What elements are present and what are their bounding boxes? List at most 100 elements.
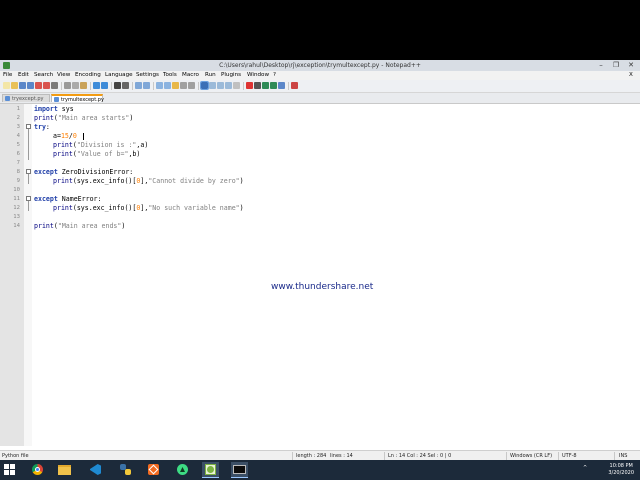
minimize-button[interactable]: – xyxy=(594,61,608,70)
tab-tryexcept[interactable]: tryexcept.py xyxy=(2,94,50,102)
command-prompt-icon[interactable] xyxy=(231,462,248,478)
code-text: ZeroDivisionError: xyxy=(57,168,134,176)
code-text: ) xyxy=(129,114,134,122)
function-list-icon[interactable] xyxy=(217,82,224,89)
paste-icon[interactable] xyxy=(80,82,87,89)
number-literal: 0 xyxy=(72,132,77,140)
save-all-icon[interactable] xyxy=(27,82,34,89)
python-idle-icon[interactable] xyxy=(117,462,134,478)
code-line-11: except NameError: xyxy=(34,195,102,203)
menu-plugins[interactable]: Plugins xyxy=(221,72,241,78)
line-number: 10 xyxy=(13,187,20,193)
string-literal: "Value of b=" xyxy=(76,150,129,158)
indent-guide-icon[interactable] xyxy=(188,82,195,89)
undo-icon[interactable] xyxy=(93,82,100,89)
menu-encoding[interactable]: Encoding xyxy=(75,72,101,78)
menu-run[interactable]: Run xyxy=(205,72,216,78)
close-all-icon[interactable] xyxy=(43,82,50,89)
builtin: print xyxy=(53,141,73,149)
save-icon[interactable] xyxy=(19,82,26,89)
menu-bar: File Edit Search View Encoding Language … xyxy=(0,71,640,80)
language-doc-icon[interactable] xyxy=(200,81,209,90)
menu-edit[interactable]: Edit xyxy=(18,72,29,78)
tray-overflow-icon[interactable]: ^ xyxy=(583,465,587,471)
close-file-icon[interactable] xyxy=(35,82,42,89)
builtin: print xyxy=(34,222,54,230)
status-eol[interactable]: Windows (CR LF) xyxy=(510,453,552,459)
menu-view[interactable]: View xyxy=(57,72,70,78)
code-text: ) xyxy=(239,177,244,185)
save-macro-icon[interactable] xyxy=(278,82,285,89)
code-text: (sys.exc_info()[ xyxy=(72,177,137,185)
clock-date: 3/20/2020 xyxy=(608,470,634,476)
menu-language[interactable]: Language xyxy=(105,72,133,78)
copy-icon[interactable] xyxy=(72,82,79,89)
code-line-9: print(sys.exc_info()[0],"Cannot divide b… xyxy=(53,177,244,185)
run-macro-multiple-icon[interactable] xyxy=(270,82,277,89)
show-all-chars-icon[interactable] xyxy=(180,82,187,89)
notepadpp-taskbar-icon[interactable] xyxy=(202,462,219,478)
print-icon[interactable] xyxy=(51,82,58,89)
code-line-6: print("Value of b=",b) xyxy=(53,150,140,158)
zoom-out-icon[interactable] xyxy=(143,82,150,89)
toolbar-divider xyxy=(288,82,289,90)
keyword: import xyxy=(34,105,58,113)
taskbar-clock[interactable]: 10:08 PM 3/20/2020 xyxy=(608,463,634,477)
folder-workspace-icon[interactable] xyxy=(225,82,232,89)
toolbar-divider xyxy=(153,82,154,90)
status-insert-mode: INS xyxy=(619,453,628,459)
builtin: print xyxy=(53,204,73,212)
menu-tools[interactable]: Tools xyxy=(163,72,177,78)
vscode-icon[interactable] xyxy=(87,462,104,478)
redo-icon[interactable] xyxy=(101,82,108,89)
code-editor[interactable]: 1 2 3 4 5 6 7 8 9 10 11 12 13 14 import … xyxy=(0,104,640,446)
menu-file[interactable]: File xyxy=(3,72,12,78)
zoom-in-icon[interactable] xyxy=(135,82,142,89)
status-encoding[interactable]: UTF-8 xyxy=(562,453,577,459)
play-macro-icon[interactable] xyxy=(262,82,269,89)
title-bar: C:\Users\rahul\Desktop\rj\exception\trym… xyxy=(0,60,640,71)
code-text: ) xyxy=(239,204,244,212)
menu-macro[interactable]: Macro xyxy=(182,72,199,78)
code-text: ,b) xyxy=(128,150,141,158)
line-number: 4 xyxy=(16,133,20,139)
close-document-x[interactable]: X xyxy=(629,72,633,78)
windows-start-icon[interactable] xyxy=(4,464,16,476)
file-explorer-icon[interactable] xyxy=(56,462,73,478)
chrome-icon[interactable] xyxy=(29,462,46,478)
sync-vertical-icon[interactable] xyxy=(156,82,163,89)
file-icon xyxy=(54,97,59,102)
line-number: 7 xyxy=(16,160,20,166)
menu-help[interactable]: ? xyxy=(273,72,276,78)
cut-icon[interactable] xyxy=(64,82,71,89)
code-line-2: print("Main area starts") xyxy=(34,114,133,122)
menu-settings[interactable]: Settings xyxy=(136,72,159,78)
sync-horizontal-icon[interactable] xyxy=(164,82,171,89)
find-icon[interactable] xyxy=(114,82,121,89)
windows-taskbar: ^ 10:08 PM 3/20/2020 xyxy=(0,460,640,480)
new-file-icon[interactable] xyxy=(3,82,10,89)
close-button[interactable]: ✕ xyxy=(624,61,638,70)
open-file-icon[interactable] xyxy=(11,82,18,89)
code-line-3: try: xyxy=(34,123,50,131)
menu-search[interactable]: Search xyxy=(34,72,53,78)
code-text: sys xyxy=(57,105,74,113)
tab-trymultexcept[interactable]: trymultexcept.py xyxy=(51,94,104,103)
android-studio-icon[interactable] xyxy=(174,462,191,478)
doc-map-icon[interactable] xyxy=(209,82,216,89)
keyword: try xyxy=(34,123,46,131)
monitoring-icon[interactable] xyxy=(233,82,240,89)
fold-line xyxy=(28,129,29,160)
maximize-button[interactable]: ❐ xyxy=(609,61,623,70)
spell-check-icon[interactable] xyxy=(291,82,298,89)
code-line-5: print("Division is :",a) xyxy=(53,141,148,149)
code-text: NameError: xyxy=(57,195,102,203)
xampp-icon[interactable] xyxy=(145,462,162,478)
menu-window[interactable]: Window xyxy=(247,72,269,78)
record-macro-icon[interactable] xyxy=(246,82,253,89)
word-wrap-icon[interactable] xyxy=(172,82,179,89)
status-lines: lines : 14 xyxy=(330,453,353,459)
stop-macro-icon[interactable] xyxy=(254,82,261,89)
line-number: 14 xyxy=(13,223,20,229)
replace-icon[interactable] xyxy=(122,82,129,89)
